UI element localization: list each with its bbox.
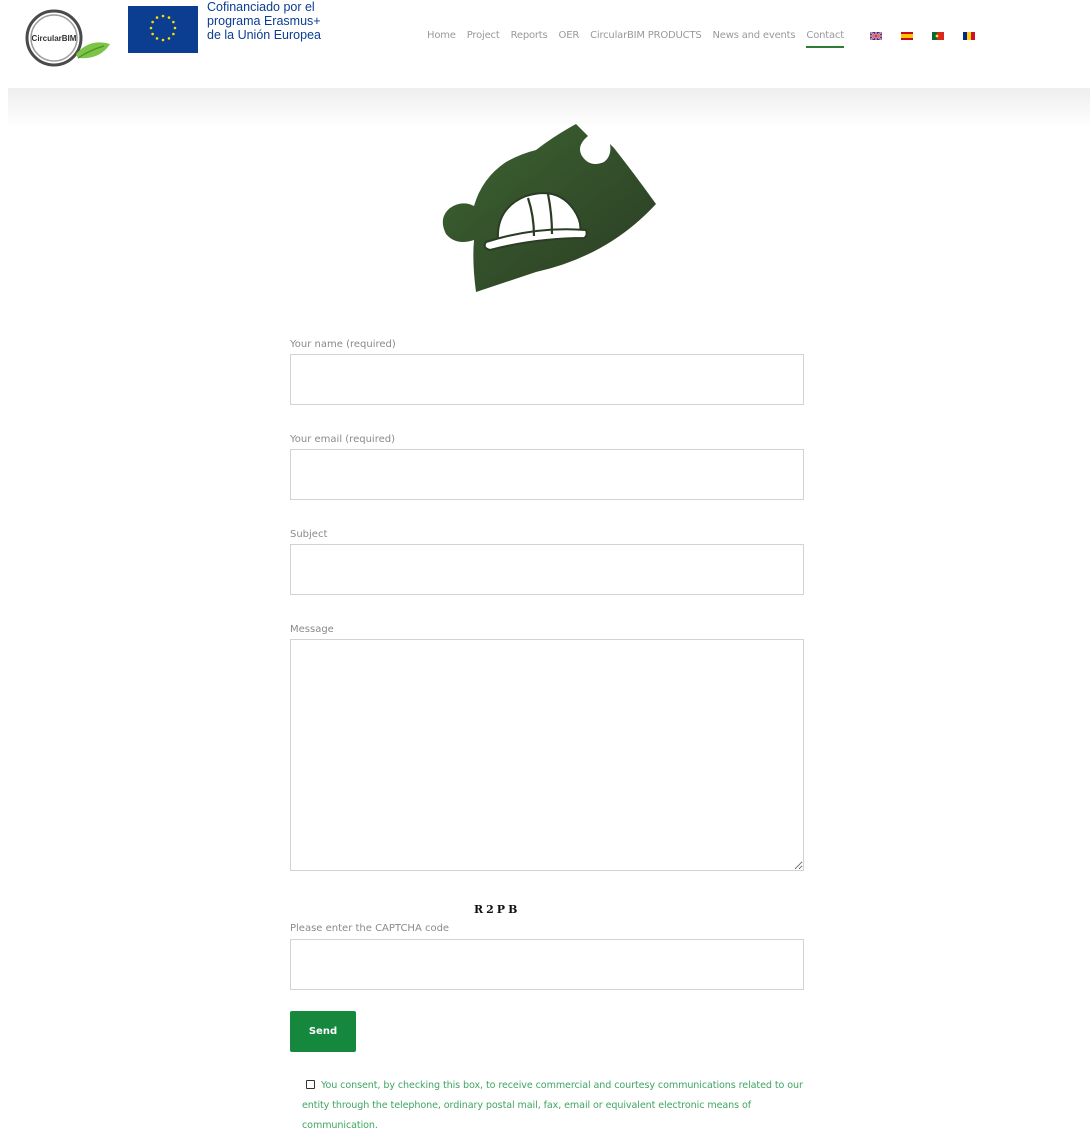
name-label: Your name (required) <box>290 339 396 350</box>
captcha-label: Please enter the CAPTCHA code <box>290 923 450 934</box>
main-nav: Home Project Reports OER CircularBIM PRO… <box>427 30 979 48</box>
eu-cofunding-text: Cofinanciado por el programa Erasmus+ de… <box>207 0 321 42</box>
consent-row: You consent, by checking this box, to re… <box>302 1076 812 1136</box>
message-label: Message <box>290 624 334 635</box>
contact-form: Your name (required) Your email (require… <box>290 340 804 871</box>
puzzle-hardhat-icon <box>442 124 656 292</box>
logo-text: CircularBIM <box>32 34 77 43</box>
circularbim-logo[interactable]: CircularBIM <box>18 8 110 68</box>
romania-flag-icon[interactable] <box>962 31 975 40</box>
captcha-input[interactable] <box>290 939 804 990</box>
consent-checkbox[interactable] <box>306 1080 315 1089</box>
nav-oer[interactable]: OER <box>559 30 580 41</box>
eu-stars-icon <box>149 14 177 42</box>
eu-text-line-3: de la Unión Europea <box>207 28 321 42</box>
nav-project[interactable]: Project <box>467 30 500 41</box>
email-label: Your email (required) <box>290 434 395 445</box>
spain-flag-icon[interactable] <box>900 31 913 40</box>
nav-circularbim-products[interactable]: CircularBIM PRODUCTS <box>590 30 702 41</box>
subject-label: Subject <box>290 529 328 540</box>
email-input[interactable] <box>290 449 804 500</box>
nav-contact[interactable]: Contact <box>806 30 844 48</box>
eu-flag-icon <box>128 6 198 53</box>
eu-text-line-1: Cofinanciado por el <box>207 0 315 14</box>
consent-text: You consent, by checking this box, to re… <box>302 1080 803 1131</box>
captcha-image: R2PB <box>474 903 521 916</box>
name-input[interactable] <box>290 354 804 405</box>
message-textarea[interactable] <box>290 639 804 871</box>
subject-input[interactable] <box>290 544 804 595</box>
eu-text-line-2: programa Erasmus+ <box>207 14 321 28</box>
nav-news-and-events[interactable]: News and events <box>713 30 796 41</box>
nav-reports[interactable]: Reports <box>511 30 548 41</box>
nav-home[interactable]: Home <box>427 30 456 41</box>
portugal-flag-icon[interactable] <box>931 31 944 40</box>
site-header: CircularBIM Cofinanciado por el programa… <box>0 0 1090 72</box>
uk-flag-icon[interactable] <box>869 31 882 40</box>
send-button[interactable]: Send <box>290 1011 356 1052</box>
